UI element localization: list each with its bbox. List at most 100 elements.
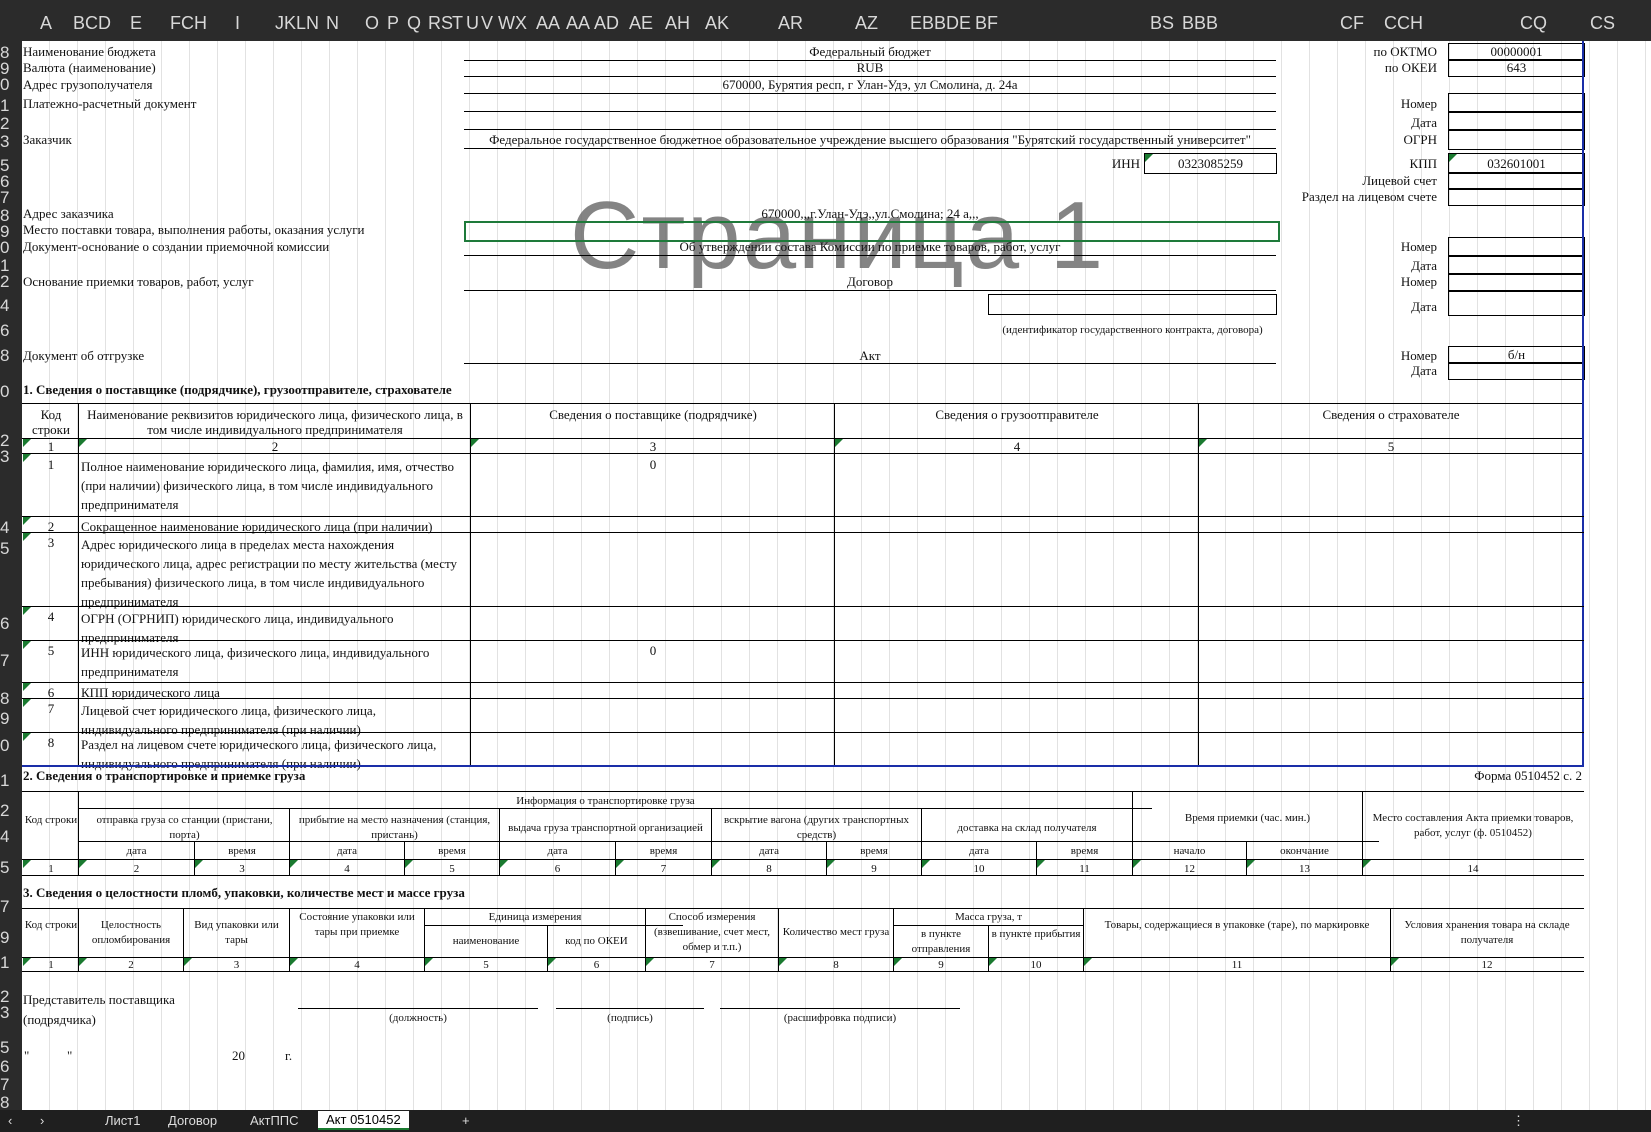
column-header[interactable]: U	[466, 13, 479, 34]
currency-value[interactable]: RUB	[464, 60, 1276, 75]
cell-marker-icon	[23, 958, 31, 966]
column-header[interactable]: I	[235, 13, 240, 34]
customer-value[interactable]: Федеральное государственное бюджетное об…	[464, 132, 1276, 147]
column-header[interactable]: AK	[705, 13, 729, 34]
tab-sheet1[interactable]: Лист1	[105, 1113, 140, 1128]
s2-start: начало	[1173, 845, 1206, 857]
column-header[interactable]: O	[365, 13, 379, 34]
row-number[interactable]: 4	[0, 296, 22, 316]
column-header[interactable]: RS	[428, 13, 453, 34]
row-number[interactable]: 2	[0, 272, 22, 292]
column-header[interactable]: AZ	[855, 13, 878, 34]
commission-nomer-cell[interactable]	[1448, 237, 1585, 257]
account-section-cell[interactable]	[1448, 188, 1585, 206]
column-header[interactable]: WX	[498, 13, 527, 34]
column-header[interactable]: V	[481, 13, 493, 34]
row-number[interactable]: 1	[0, 96, 22, 116]
s1-row-supplier[interactable]: 0	[472, 457, 834, 472]
row-number[interactable]: 5	[0, 1038, 22, 1058]
row-number[interactable]: 7	[0, 897, 22, 917]
column-header[interactable]: BF	[975, 13, 998, 34]
row-number[interactable]: 0	[0, 736, 22, 756]
column-header[interactable]: AD	[594, 13, 619, 34]
column-header[interactable]: FCH	[170, 13, 207, 34]
oktmo-value: 00000001	[1490, 44, 1543, 59]
row-number[interactable]: 4	[0, 518, 22, 538]
consignee-address-value[interactable]: 670000, Бурятия респ, г Улан-Удэ, ул Смо…	[464, 77, 1276, 92]
row-number[interactable]: 3	[0, 1003, 22, 1023]
row-number[interactable]: 3	[0, 447, 22, 467]
row-number[interactable]: 5	[0, 539, 22, 559]
column-header[interactable]: E	[130, 13, 142, 34]
more-options-icon[interactable]: ⋮	[1512, 1113, 1525, 1129]
scroll-right-icon[interactable]: ›	[40, 1113, 44, 1128]
column-header[interactable]: BCD	[73, 13, 111, 34]
row-number[interactable]: 8	[0, 346, 22, 366]
row-number[interactable]: 0	[0, 75, 22, 95]
column-header[interactable]: AH	[665, 13, 690, 34]
row-number[interactable]: 0	[0, 382, 22, 402]
spreadsheet-grid[interactable]: Наименование бюджета Федеральный бюджет …	[22, 41, 1651, 1110]
basis-data-cell[interactable]	[1448, 290, 1585, 316]
basis-value[interactable]: Договор	[464, 274, 1276, 289]
budget-value[interactable]: Федеральный бюджет	[464, 44, 1276, 59]
row-number[interactable]: 0	[0, 238, 22, 258]
account-label: Лицевой счет	[1362, 173, 1437, 188]
shipment-doc-value[interactable]: Акт	[464, 348, 1276, 363]
column-header[interactable]: Q	[407, 13, 421, 34]
row-number[interactable]: 2	[0, 801, 22, 821]
column-header[interactable]: CF	[1340, 13, 1364, 34]
delivery-place-label: Место поставки товара, выполнения работы…	[23, 222, 365, 237]
cell-marker-icon	[23, 439, 31, 447]
column-header[interactable]: A	[40, 13, 52, 34]
column-header[interactable]: EBBDE	[910, 13, 971, 34]
column-header[interactable]: JKLN	[275, 13, 319, 34]
column-header[interactable]: AE	[629, 13, 653, 34]
row-number[interactable]: 4	[0, 827, 22, 847]
column-header[interactable]: BBB	[1182, 13, 1218, 34]
shipment-data-cell[interactable]	[1448, 362, 1585, 380]
tab-aktpps[interactable]: АктППС	[250, 1113, 299, 1128]
row-number[interactable]: 1	[0, 953, 22, 973]
scroll-left-icon[interactable]: ‹	[8, 1113, 12, 1128]
s2-num: 1	[48, 863, 54, 875]
customer-address-value[interactable]: 670000,,,г.Улан-Удэ,,ул.Смолина; 24 а,,,	[464, 206, 1276, 221]
row-number[interactable]: 1	[0, 771, 22, 791]
row-number[interactable]: 9	[0, 928, 22, 948]
column-header[interactable]: P	[387, 13, 399, 34]
commission-data-cell[interactable]	[1448, 255, 1585, 275]
tab-contract[interactable]: Договор	[168, 1113, 217, 1128]
commission-doc-value[interactable]: Об утверждении состава Комиссии по прием…	[464, 239, 1276, 254]
tab-akt-0510452[interactable]: Акт 0510452	[318, 1111, 409, 1130]
divider	[464, 148, 1276, 149]
s2-date: дата	[547, 845, 568, 857]
column-header[interactable]: CQ	[1520, 13, 1547, 34]
row-number[interactable]: 3	[0, 132, 22, 152]
payment-data-cell[interactable]	[1448, 111, 1585, 131]
row-number[interactable]: 6	[0, 1057, 22, 1077]
column-header[interactable]: N	[326, 13, 339, 34]
contract-id-cell[interactable]	[988, 294, 1277, 315]
column-header[interactable]: AA	[566, 13, 590, 34]
column-header[interactable]: BS	[1150, 13, 1174, 34]
row-number[interactable]: 7	[0, 188, 22, 208]
row-number[interactable]: 8	[0, 1093, 22, 1110]
row-number[interactable]: 5	[0, 858, 22, 878]
row-number[interactable]: 2	[0, 114, 22, 134]
row-number[interactable]: 7	[0, 1075, 22, 1095]
row-number[interactable]: 6	[0, 321, 22, 341]
add-sheet-icon[interactable]: +	[462, 1113, 470, 1128]
payment-nomer-cell[interactable]	[1448, 93, 1585, 113]
row-number[interactable]: 7	[0, 651, 22, 671]
cell-marker-icon	[500, 860, 508, 868]
column-header[interactable]: CS	[1590, 13, 1615, 34]
column-header[interactable]: AA	[536, 13, 560, 34]
ogrn-cell[interactable]	[1448, 129, 1585, 150]
row-number[interactable]: 6	[0, 614, 22, 634]
column-header[interactable]: CCH	[1384, 13, 1423, 34]
column-header[interactable]: AR	[778, 13, 803, 34]
row-number[interactable]: 9	[0, 709, 22, 729]
column-header[interactable]: T	[452, 13, 463, 34]
row-number[interactable]: 8	[0, 689, 22, 709]
s1-row-supplier[interactable]: 0	[472, 643, 834, 658]
